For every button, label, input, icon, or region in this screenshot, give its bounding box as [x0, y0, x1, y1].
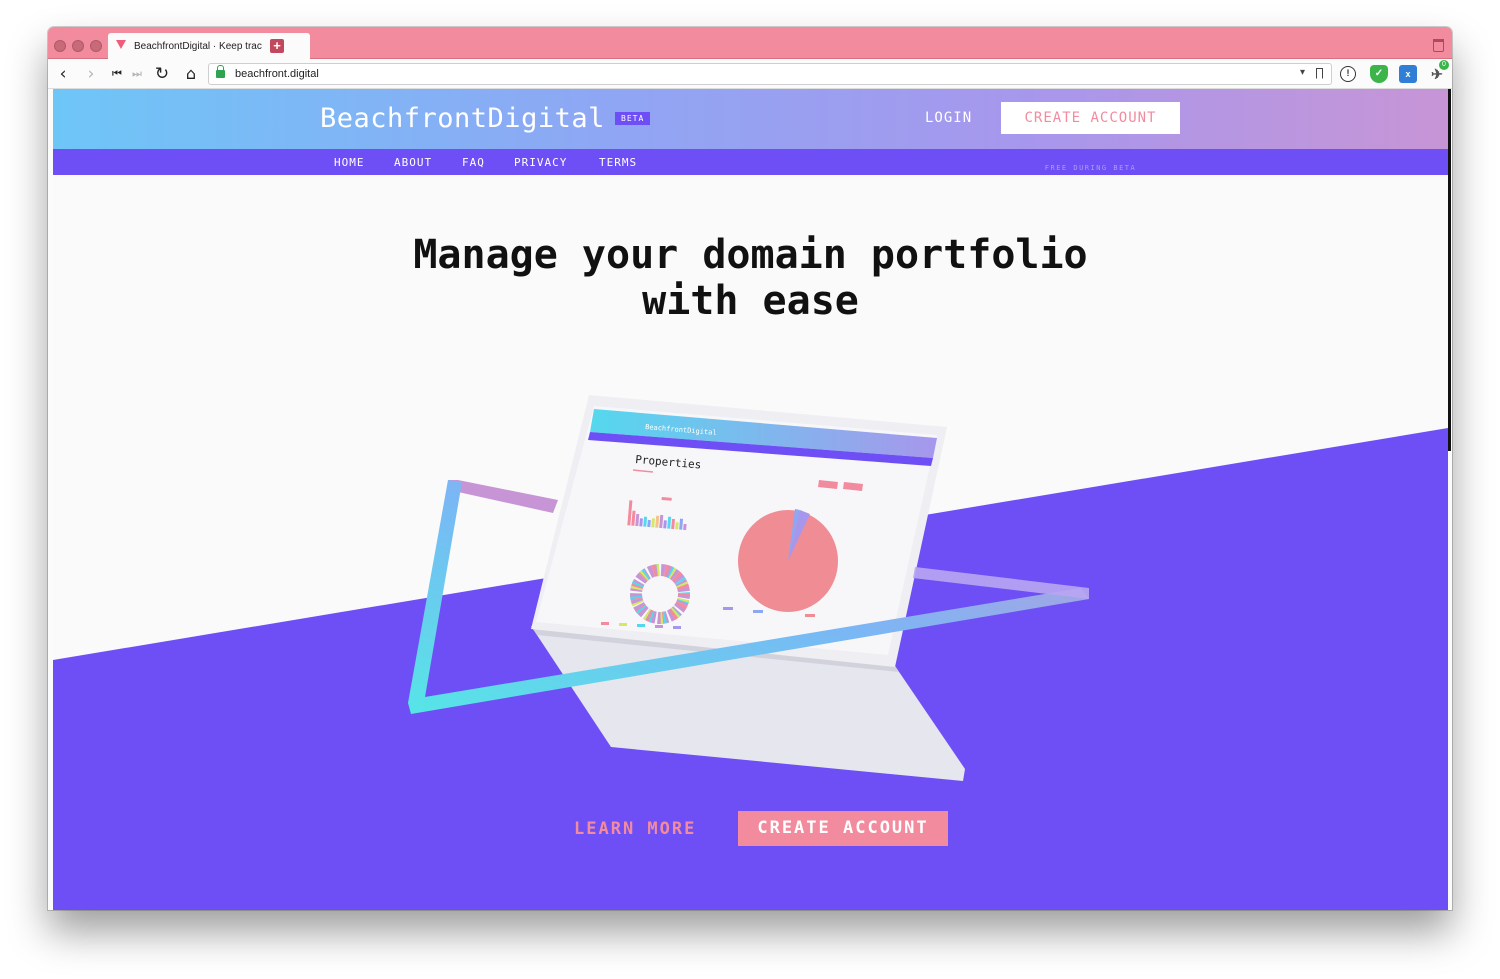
scrollbar-thumb[interactable] — [1448, 89, 1451, 451]
hero-illustration: BeachfrontDigital Properties — [53, 395, 1448, 910]
create-account-cta-button[interactable]: CREATE ACCOUNT — [738, 811, 948, 846]
home-button[interactable]: ⌂ — [180, 63, 202, 85]
learn-more-link[interactable]: LEARN MORE — [574, 819, 696, 839]
site-logo[interactable]: BeachfrontDigital — [320, 103, 605, 134]
create-account-button[interactable]: CREATE ACCOUNT — [1001, 102, 1180, 134]
site-favicon-icon — [116, 40, 126, 49]
headline-line-2: with ease — [642, 278, 859, 324]
zoom-window-button[interactable] — [90, 40, 102, 52]
extension-badge: 0 — [1439, 60, 1449, 70]
last-page-button[interactable]: ⏭ — [126, 63, 148, 85]
new-tab-button[interactable]: + — [270, 39, 284, 53]
nav-about[interactable]: ABOUT — [394, 156, 432, 169]
site-nav: HOME ABOUT FAQ PRIVACY TERMS — [53, 149, 1448, 175]
page-scrollbar[interactable] — [1448, 89, 1452, 910]
web-page: BeachfrontDigital Properties BeachfrontD… — [53, 89, 1448, 910]
hero-headline: Manage your domain portfolio with ease — [53, 232, 1448, 324]
login-link[interactable]: LOGIN — [925, 110, 972, 126]
url-text: beachfront.digital — [235, 68, 319, 80]
close-window-button[interactable] — [54, 40, 66, 52]
back-button[interactable]: ‹ — [52, 63, 74, 85]
tab-strip: BeachfrontDigital · Keep trac + — [48, 27, 1452, 59]
nav-faq[interactable]: FAQ — [462, 156, 485, 169]
first-page-button[interactable]: ⏮ — [106, 63, 128, 85]
nav-home[interactable]: HOME — [334, 156, 365, 169]
password-manager-icon[interactable]: ! — [1340, 66, 1356, 82]
browser-toolbar: ‹ › ⏮ ⏭ ↻ ⌂ beachfront.digital ▾ ! ✓ x ✈… — [48, 59, 1452, 89]
translate-icon[interactable]: x — [1399, 65, 1417, 83]
headline-line-1: Manage your domain portfolio — [413, 232, 1088, 278]
trash-icon[interactable] — [1433, 39, 1444, 52]
forward-button[interactable]: › — [80, 63, 102, 85]
nav-terms[interactable]: TERMS — [599, 156, 637, 169]
free-during-beta-note: FREE DURING BETA — [1044, 164, 1137, 172]
url-dropdown-icon[interactable]: ▾ — [1300, 67, 1305, 78]
minimize-window-button[interactable] — [72, 40, 84, 52]
reload-button[interactable]: ↻ — [151, 63, 173, 85]
shield-icon[interactable]: ✓ — [1370, 65, 1388, 83]
tab-title: BeachfrontDigital · Keep trac — [134, 41, 262, 52]
frame-top-segment — [448, 480, 558, 513]
lock-icon — [216, 65, 225, 78]
browser-window: BeachfrontDigital · Keep trac + ‹ › ⏮ ⏭ … — [48, 27, 1452, 910]
beta-badge: BETA — [615, 112, 651, 125]
address-bar[interactable]: beachfront.digital ▾ — [208, 63, 1332, 85]
bookmark-icon[interactable] — [1316, 68, 1323, 79]
site-header: BeachfrontDigital BETA LOGIN CREATE ACCO… — [53, 89, 1448, 149]
nav-privacy[interactable]: PRIVACY — [514, 156, 567, 169]
